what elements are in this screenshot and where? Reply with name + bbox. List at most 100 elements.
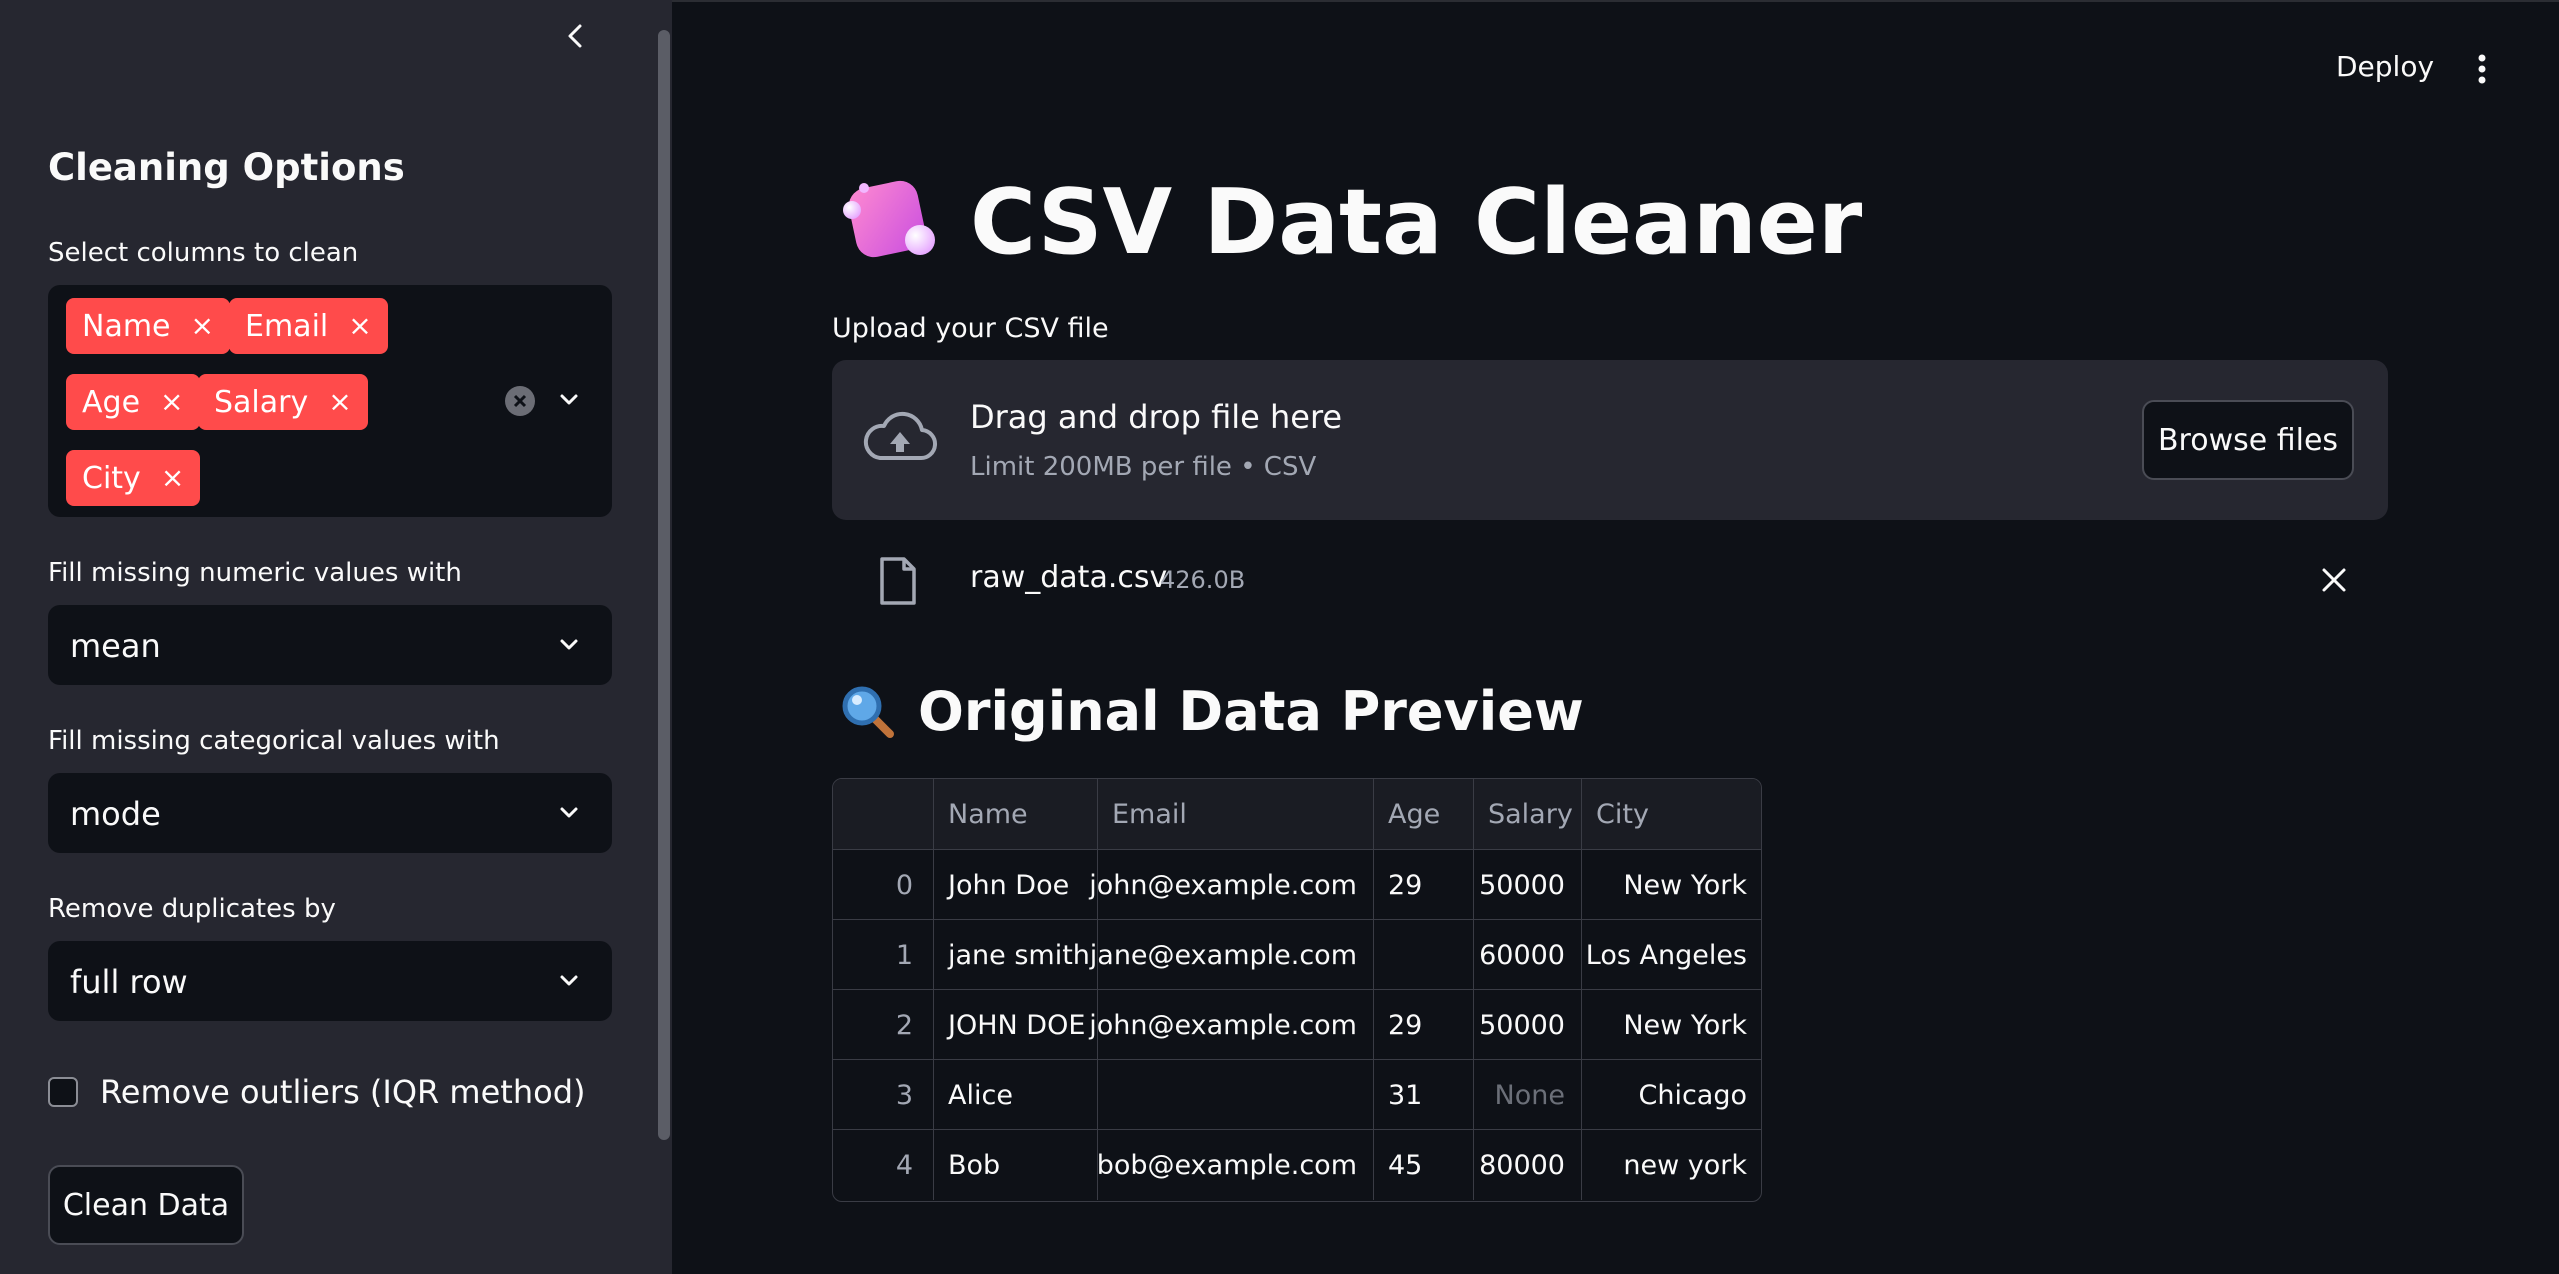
- kebab-menu-icon[interactable]: [2472, 50, 2492, 90]
- collapse-sidebar-button[interactable]: [560, 18, 592, 54]
- chevron-down-icon: [560, 975, 578, 986]
- cell-name: Bob: [933, 1130, 1097, 1200]
- section-title: Original Data Preview: [918, 680, 1584, 743]
- categorical-fill-value: mode: [70, 795, 161, 833]
- header-name[interactable]: Name: [933, 779, 1097, 849]
- numeric-fill-select[interactable]: mean: [48, 605, 612, 685]
- cell-email: john@example.com: [1089, 990, 1373, 1060]
- cell-name: John Doe: [933, 850, 1097, 920]
- dedupe-value: full row: [70, 963, 188, 1001]
- table-row[interactable]: 3 Alice 31 None Chicago: [833, 1059, 1761, 1130]
- sidebar: Cleaning Options Select columns to clean…: [0, 0, 672, 1274]
- uploaded-file: raw_data.csv 426.0B: [832, 540, 2388, 620]
- dedupe-label: Remove duplicates by: [48, 894, 336, 924]
- sidebar-scrollbar[interactable]: [658, 30, 670, 1140]
- chevron-down-icon: [560, 639, 578, 650]
- remove-tag-icon[interactable]: ×: [160, 388, 183, 416]
- cell-email: [1097, 1060, 1373, 1130]
- cell-salary: None: [1473, 1060, 1581, 1130]
- cell-salary: 60000: [1473, 920, 1581, 990]
- column-tag-name[interactable]: Name ×: [66, 298, 230, 354]
- file-name: raw_data.csv: [970, 560, 1168, 595]
- header-salary[interactable]: Salary: [1473, 779, 1581, 849]
- column-tag-label: Salary: [214, 384, 309, 420]
- remove-tag-icon[interactable]: ×: [328, 388, 351, 416]
- numeric-fill-value: mean: [70, 627, 161, 665]
- column-tag-city[interactable]: City ×: [66, 450, 201, 506]
- table-row[interactable]: 2 JOHN DOE john@example.com 29 50000 New…: [833, 989, 1761, 1060]
- cell-email: bob@example.com: [1097, 1130, 1373, 1200]
- file-icon: [880, 557, 916, 605]
- chevron-down-icon: [560, 807, 578, 818]
- row-index: 3: [895, 1079, 913, 1111]
- deploy-button[interactable]: Deploy: [2336, 50, 2434, 83]
- cell-name: JOHN DOE: [933, 990, 1097, 1060]
- file-size: 426.0B: [1160, 566, 1246, 594]
- dedupe-select[interactable]: full row: [48, 941, 612, 1021]
- cell-age: 45: [1373, 1130, 1473, 1200]
- upload-label: Upload your CSV file: [832, 313, 1109, 344]
- outliers-checkbox[interactable]: [48, 1077, 78, 1107]
- cell-age: 31: [1373, 1060, 1473, 1130]
- magnifier-icon: [842, 686, 894, 738]
- page-title: CSV Data Cleaner: [970, 170, 1863, 275]
- cell-salary: 80000: [1473, 1130, 1581, 1200]
- cell-email: john@example.com: [1089, 850, 1373, 920]
- header-index: [833, 779, 933, 849]
- header-city[interactable]: City: [1581, 779, 1761, 849]
- outliers-checkbox-label: Remove outliers (IQR method): [100, 1073, 586, 1111]
- cell-city: new york: [1581, 1130, 1761, 1200]
- column-tag-label: Email: [245, 308, 329, 344]
- remove-tag-icon[interactable]: ×: [161, 464, 184, 492]
- data-preview-table[interactable]: Name Email Age Salary City 0 John Doe jo…: [832, 778, 1762, 1202]
- file-dropzone[interactable]: Drag and drop file here Limit 200MB per …: [832, 360, 2388, 520]
- row-index: 1: [895, 939, 913, 971]
- cell-age: [1373, 920, 1473, 990]
- categorical-fill-label: Fill missing categorical values with: [48, 726, 500, 756]
- cell-name: Alice: [933, 1060, 1097, 1130]
- columns-multiselect[interactable]: Name × Email × Age × Salary × City ×: [48, 285, 612, 517]
- table-row[interactable]: 4 Bob bob@example.com 45 80000 new york: [833, 1129, 1761, 1200]
- clear-all-icon[interactable]: [505, 386, 535, 416]
- cell-city: New York: [1581, 850, 1761, 920]
- cell-age: 29: [1373, 990, 1473, 1060]
- outliers-checkbox-row[interactable]: Remove outliers (IQR method): [48, 1072, 585, 1112]
- table-header-row: Name Email Age Salary City: [833, 779, 1761, 849]
- cell-age: 29: [1373, 850, 1473, 920]
- header-email[interactable]: Email: [1097, 779, 1373, 849]
- row-index: 4: [895, 1149, 913, 1181]
- dropzone-limit: Limit 200MB per file • CSV: [970, 452, 1317, 482]
- clean-data-button[interactable]: Clean Data: [48, 1165, 244, 1245]
- sidebar-title: Cleaning Options: [48, 146, 405, 189]
- cell-salary: 50000: [1473, 850, 1581, 920]
- column-tag-age[interactable]: Age ×: [66, 374, 200, 430]
- chevron-left-icon: [568, 24, 582, 48]
- remove-tag-icon[interactable]: ×: [348, 312, 371, 340]
- cell-city: New York: [1581, 990, 1761, 1060]
- column-tag-salary[interactable]: Salary ×: [198, 374, 368, 430]
- table-row[interactable]: 0 John Doe john@example.com 29 50000 New…: [833, 849, 1761, 920]
- cell-city: Chicago: [1581, 1060, 1761, 1130]
- row-index: 2: [895, 1009, 913, 1041]
- cell-name: jane smith: [933, 920, 1097, 990]
- bubbles-cube-icon: [843, 180, 935, 258]
- browse-files-button[interactable]: Browse files: [2142, 400, 2354, 480]
- column-tag-label: City: [82, 460, 141, 496]
- column-tag-label: Name: [82, 308, 171, 344]
- numeric-fill-label: Fill missing numeric values with: [48, 558, 462, 588]
- header-age[interactable]: Age: [1373, 779, 1473, 849]
- categorical-fill-select[interactable]: mode: [48, 773, 612, 853]
- table-row[interactable]: 1 jane smith jane@example.com 60000 Los …: [833, 919, 1761, 990]
- row-index: 0: [895, 869, 913, 901]
- columns-select-label: Select columns to clean: [48, 238, 359, 268]
- column-tag-email[interactable]: Email ×: [229, 298, 388, 354]
- cell-salary: 50000: [1473, 990, 1581, 1060]
- dropzone-instructions: Drag and drop file here: [970, 398, 1343, 436]
- cell-city: Los Angeles: [1581, 920, 1761, 990]
- close-icon[interactable]: [2320, 566, 2348, 594]
- remove-tag-icon[interactable]: ×: [191, 312, 214, 340]
- cloud-upload-icon: [863, 411, 938, 461]
- column-tag-label: Age: [82, 384, 141, 420]
- chevron-down-icon[interactable]: [554, 385, 584, 415]
- cell-email: jane@example.com: [1090, 920, 1373, 990]
